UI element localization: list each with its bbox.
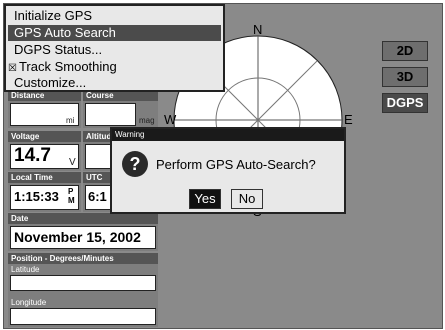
gps-menu: Initialize GPS GPS Auto Search DGPS Stat…	[4, 4, 225, 92]
menu-item-track-smoothing-label: Track Smoothing	[18, 59, 117, 74]
utc-value: 6:1	[88, 189, 107, 204]
longitude-value-box	[10, 308, 156, 325]
distance-field: Distance mi	[8, 90, 81, 128]
mode-2d-button[interactable]: 2D	[382, 41, 428, 61]
voltage-unit: V	[69, 157, 76, 168]
no-button[interactable]: No	[231, 189, 263, 209]
date-field: Date November 15, 2002	[8, 213, 158, 251]
compass-east-label: E	[344, 112, 353, 127]
checkbox-checked-icon[interactable]: ☒	[8, 63, 17, 74]
distance-unit: mi	[66, 116, 75, 125]
local-time-label: Local Time	[8, 172, 81, 183]
local-time-field: Local Time 1:15:33 PM	[8, 172, 81, 212]
warning-dialog: Warning ? Perform GPS Auto-Search? Yes N…	[110, 127, 346, 214]
position-field: Position - Degrees/Minutes Latitude Long…	[8, 253, 158, 327]
compass-north-label: N	[253, 22, 263, 37]
yes-button[interactable]: Yes	[189, 189, 221, 209]
course-unit: mag	[139, 116, 155, 125]
dialog-title: Warning	[112, 129, 344, 141]
menu-item-gps-auto-search[interactable]: GPS Auto Search	[8, 25, 221, 41]
longitude-label: Longitude	[11, 298, 47, 307]
latitude-label: Latitude	[11, 265, 40, 274]
local-time-ampm-top: P	[68, 187, 74, 196]
menu-item-track-smoothing[interactable]: ☒ Track Smoothing	[8, 59, 117, 75]
menu-item-customize[interactable]: Customize...	[14, 75, 86, 91]
course-value-box	[85, 103, 136, 126]
menu-item-dgps-status[interactable]: DGPS Status...	[14, 42, 102, 58]
course-field: Course mag	[83, 90, 158, 128]
voltage-value: 14.7	[14, 145, 51, 166]
local-time-ampm: PM	[68, 187, 75, 205]
compass-west-label: W	[164, 112, 177, 127]
mode-dgps-button[interactable]: DGPS	[382, 93, 428, 113]
menu-item-initialize-gps[interactable]: Initialize GPS	[14, 8, 92, 24]
local-time-value: 1:15:33	[14, 189, 59, 204]
date-value: November 15, 2002	[14, 229, 141, 245]
voltage-field: Voltage 14.7 V	[8, 131, 81, 171]
question-icon: ?	[122, 151, 148, 177]
mode-3d-button[interactable]: 3D	[382, 67, 428, 87]
date-label: Date	[8, 213, 158, 224]
position-label: Position - Degrees/Minutes	[8, 253, 158, 264]
local-time-ampm-bottom: M	[68, 196, 75, 205]
gps-screen: N W E S 2D 3D DGPS Distance mi Course ma…	[3, 3, 443, 329]
voltage-label: Voltage	[8, 131, 81, 142]
dialog-message: Perform GPS Auto-Search?	[156, 157, 316, 172]
latitude-value-box	[10, 275, 156, 291]
